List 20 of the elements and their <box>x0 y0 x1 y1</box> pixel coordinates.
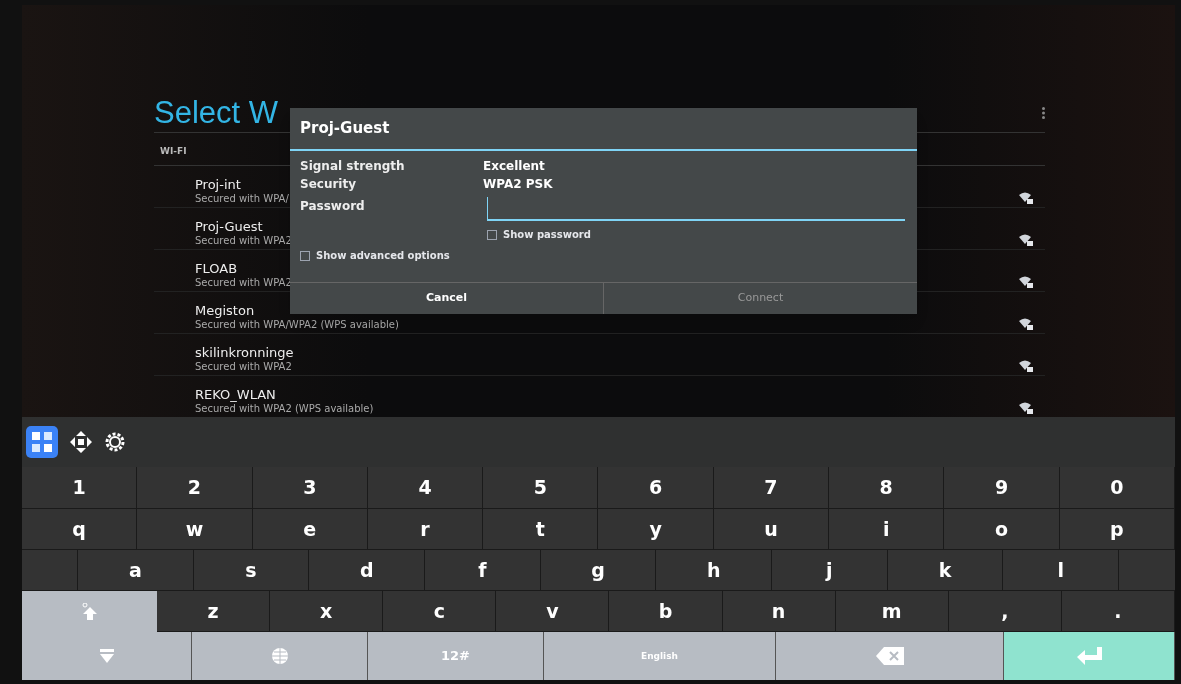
screen-title: Select W <box>154 97 279 128</box>
network-status: Secured with WPA2 <box>195 361 293 372</box>
checkbox-label: Show advanced options <box>316 249 450 263</box>
detail-label: Signal strength <box>300 158 406 175</box>
network-name: Megiston <box>195 303 256 319</box>
network-name: skilinkronninge <box>195 345 294 361</box>
checkbox-label: Show password <box>503 228 591 242</box>
network-name: Proj-int <box>195 177 242 193</box>
detail-value: WPA2 PSK <box>483 176 553 193</box>
network-status: Secured with WPA2 (WPS available) <box>195 403 374 414</box>
section-header: WI-FI <box>160 146 187 156</box>
network-name: Proj-Guest <box>195 219 264 235</box>
password-label: Password <box>300 198 366 215</box>
detail-value: Excellent <box>483 158 545 175</box>
network-status: Secured with WPA/WPA2 (WPS available) <box>195 319 399 330</box>
network-name: FLOAB <box>195 261 239 277</box>
detail-label: Security <box>300 176 358 193</box>
network-status: Secured with WPA/ <box>195 193 289 204</box>
dialog-title: Proj-Guest <box>300 118 390 140</box>
network-name: REKO_WLAN <box>195 387 277 403</box>
